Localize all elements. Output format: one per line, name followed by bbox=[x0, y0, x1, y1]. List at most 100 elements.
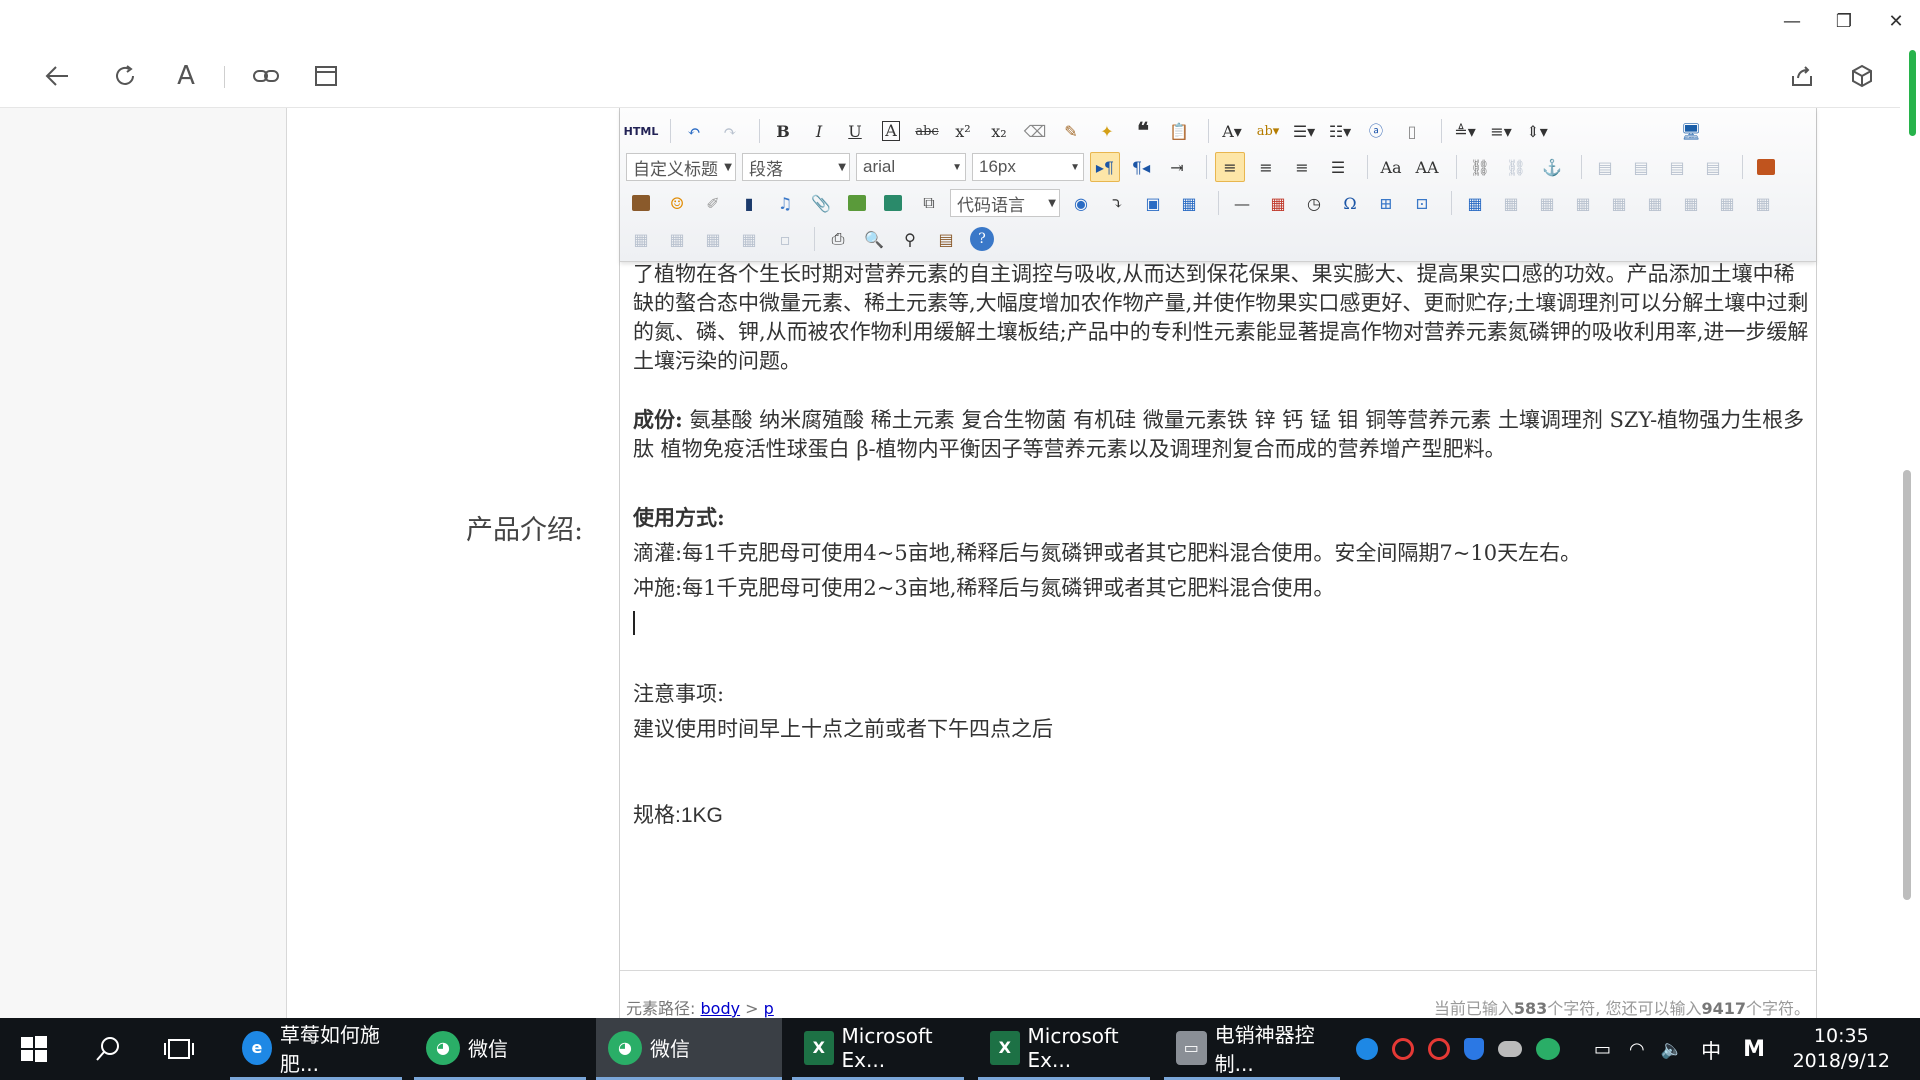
date-icon[interactable]: ▦ bbox=[1263, 188, 1293, 218]
row-spacing-top-icon[interactable]: ≜▾ bbox=[1450, 116, 1480, 146]
format-painter-icon[interactable]: ✎ bbox=[1056, 116, 1086, 146]
insert-row-icon[interactable]: ▦ bbox=[1568, 188, 1598, 218]
delete-col-icon[interactable]: ▦ bbox=[1676, 188, 1706, 218]
volume-icon[interactable]: 🔈 bbox=[1661, 1039, 1683, 1060]
strikethrough-icon[interactable]: abc bbox=[912, 116, 942, 146]
delete-table-icon[interactable]: ▦ bbox=[1496, 188, 1526, 218]
wechat-tray-icon[interactable] bbox=[1536, 1038, 1560, 1060]
wifi-icon[interactable]: ◠ bbox=[1629, 1039, 1645, 1060]
undo-icon[interactable]: ↶ bbox=[679, 116, 709, 146]
lowercase-icon[interactable]: Aa bbox=[1376, 152, 1406, 182]
split-cells-icon[interactable]: ▦ bbox=[662, 224, 692, 254]
taskbar-app-wechat-active[interactable]: ◕ 微信 bbox=[596, 1018, 782, 1080]
shield-icon[interactable] bbox=[1464, 1038, 1484, 1060]
html-source-icon[interactable]: HTML bbox=[624, 116, 659, 146]
special-char-icon[interactable]: Ω bbox=[1335, 188, 1365, 218]
page-break-icon[interactable]: ⤵ bbox=[1102, 188, 1132, 218]
merge-cells-icon[interactable]: ▦ bbox=[1712, 188, 1742, 218]
cloud-icon[interactable] bbox=[1498, 1041, 1522, 1057]
image-left-icon[interactable]: ▤ bbox=[1626, 152, 1656, 182]
blockquote-icon[interactable]: ❝ bbox=[1128, 116, 1158, 146]
paste-plain-icon[interactable]: 📋 bbox=[1164, 116, 1194, 146]
uppercase-icon[interactable]: AA bbox=[1412, 152, 1442, 182]
font-color-icon[interactable]: A▾ bbox=[1217, 116, 1247, 146]
autotypeset-icon[interactable]: ✦ bbox=[1092, 116, 1122, 146]
taskbar-app-excel-1[interactable]: X Microsoft Ex... bbox=[792, 1018, 964, 1080]
scrollbar-thumb[interactable] bbox=[1903, 470, 1911, 900]
line-height-icon[interactable]: ⇕▾ bbox=[1522, 116, 1552, 146]
merge-down-icon[interactable]: ▦ bbox=[626, 224, 656, 254]
font-border-icon[interactable]: A bbox=[876, 116, 906, 146]
insert-link-icon[interactable]: ⛓ bbox=[1465, 152, 1495, 182]
windows-start-icon[interactable] bbox=[20, 1018, 48, 1080]
insert-table-icon[interactable]: ▦ bbox=[1460, 188, 1490, 218]
attachment-icon[interactable]: 📎 bbox=[806, 188, 836, 218]
insert-col-icon[interactable]: ▦ bbox=[1640, 188, 1670, 218]
image-center-icon[interactable]: ▤ bbox=[1698, 152, 1728, 182]
word-image-icon[interactable]: ⊡ bbox=[1407, 188, 1437, 218]
emoticon-icon[interactable]: ☺ bbox=[662, 188, 692, 218]
map-icon[interactable] bbox=[842, 188, 872, 218]
taskbar-app-sales[interactable]: ▭ 电销神器控制... bbox=[1164, 1018, 1340, 1080]
code-language-select[interactable]: 代码语言 ▼ bbox=[950, 189, 1060, 217]
row-spacing-bottom-icon[interactable]: ≡▾ bbox=[1486, 116, 1516, 146]
clock[interactable]: 10:35 2018/9/12 bbox=[1793, 1024, 1890, 1074]
delete-row-icon[interactable]: ▦ bbox=[1604, 188, 1634, 218]
multi-image-icon[interactable] bbox=[626, 188, 656, 218]
taskbar-app-wechat[interactable]: ◕ 微信 bbox=[414, 1018, 586, 1080]
unordered-list-icon[interactable]: ☷▾ bbox=[1325, 116, 1355, 146]
select-all-icon[interactable]: ⓐ bbox=[1361, 116, 1391, 146]
chart-icon[interactable]: ▫ bbox=[770, 224, 800, 254]
restore-button[interactable]: ❐ bbox=[1824, 8, 1864, 36]
redo-icon[interactable]: ↷ bbox=[715, 116, 745, 146]
align-right-icon[interactable]: ≡ bbox=[1287, 152, 1317, 182]
draft-icon[interactable]: ▤ bbox=[931, 224, 961, 254]
split-rows-icon[interactable]: ▦ bbox=[698, 224, 728, 254]
ime-mode-icon[interactable]: M bbox=[1743, 1037, 1765, 1062]
task-view-icon[interactable] bbox=[163, 1018, 195, 1080]
path-p-link[interactable]: p bbox=[764, 999, 774, 1018]
music-icon[interactable]: ♫ bbox=[770, 188, 800, 218]
rtl-direction-icon[interactable]: ¶◂ bbox=[1126, 152, 1156, 182]
insert-frame-icon[interactable]: ⧉ bbox=[914, 188, 944, 218]
print-icon[interactable]: ⎙ bbox=[823, 224, 853, 254]
search-replace-icon[interactable]: ⊞ bbox=[1371, 188, 1401, 218]
time-icon[interactable]: ◷ bbox=[1299, 188, 1329, 218]
anchor-icon[interactable]: ⚓ bbox=[1537, 152, 1567, 182]
paragraph-select[interactable]: 段落 ▼ bbox=[742, 153, 850, 181]
help-icon[interactable]: ? bbox=[970, 227, 994, 251]
share-icon[interactable] bbox=[1784, 58, 1820, 94]
path-body-link[interactable]: body bbox=[701, 999, 741, 1018]
search-icon[interactable] bbox=[95, 1018, 121, 1080]
subscript-icon[interactable]: x₂ bbox=[984, 116, 1014, 146]
background-icon[interactable]: ▦ bbox=[1174, 188, 1204, 218]
split-cols-icon[interactable]: ▦ bbox=[734, 224, 764, 254]
custom-heading-select[interactable]: 自定义标题 ▼ bbox=[626, 153, 736, 181]
window-icon[interactable] bbox=[308, 58, 344, 94]
video-icon[interactable]: ▮ bbox=[734, 188, 764, 218]
unlink-icon[interactable]: ⛓ bbox=[1501, 152, 1531, 182]
security-icon[interactable] bbox=[1392, 1038, 1414, 1060]
back-arrow-icon[interactable] bbox=[39, 58, 75, 94]
image-none-icon[interactable]: ▤ bbox=[1590, 152, 1620, 182]
bold-icon[interactable]: B bbox=[768, 116, 798, 146]
taskbar-app-excel-2[interactable]: X Microsoft Ex... bbox=[978, 1018, 1150, 1080]
italic-icon[interactable]: I bbox=[804, 116, 834, 146]
preview-icon[interactable]: 🔍 bbox=[859, 224, 889, 254]
antivirus-icon[interactable] bbox=[1428, 1038, 1450, 1060]
table-caption-icon[interactable]: ▦ bbox=[1532, 188, 1562, 218]
underline-icon[interactable]: U bbox=[840, 116, 870, 146]
refresh-icon[interactable] bbox=[107, 58, 143, 94]
font-family-select[interactable]: arial ▼ bbox=[856, 153, 966, 181]
battery-icon[interactable]: ▭ bbox=[1594, 1039, 1611, 1060]
scrawl-icon[interactable]: ✐ bbox=[698, 188, 728, 218]
taskbar-app-browser[interactable]: e 草莓如何施肥... bbox=[230, 1018, 402, 1080]
web-icon[interactable]: ◉ bbox=[1066, 188, 1096, 218]
highlight-color-icon[interactable]: ab▾ bbox=[1253, 116, 1283, 146]
align-justify-icon[interactable]: ☰ bbox=[1323, 152, 1353, 182]
superscript-icon[interactable]: x² bbox=[948, 116, 978, 146]
font-size-select[interactable]: 16px ▼ bbox=[972, 153, 1084, 181]
close-button[interactable]: ✕ bbox=[1876, 8, 1916, 36]
horizontal-rule-icon[interactable]: — bbox=[1227, 188, 1257, 218]
cube-icon[interactable] bbox=[1844, 58, 1880, 94]
